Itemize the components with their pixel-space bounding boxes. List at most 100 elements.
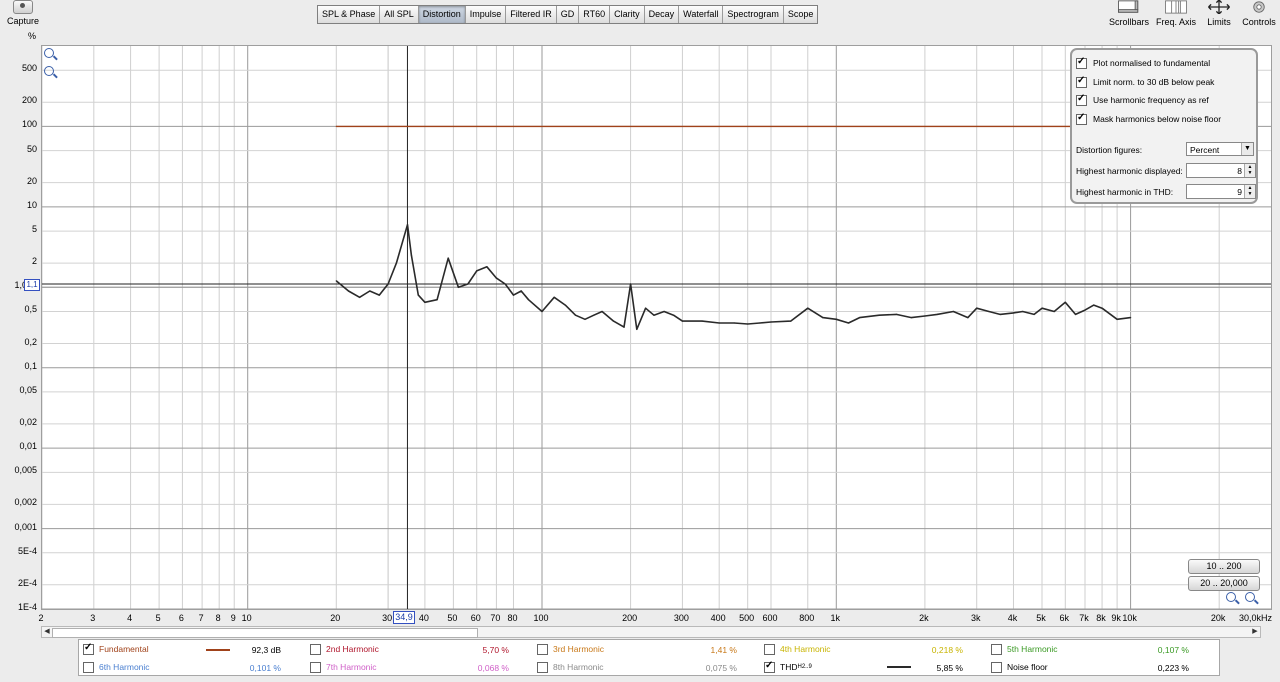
tab-distortion[interactable]: Distortion [418,6,466,23]
x-tick-label: 9 [230,613,236,623]
y-tick-label: 0,001 [14,521,37,532]
tab-scope[interactable]: Scope [783,6,818,23]
tab-rt60[interactable]: RT60 [579,6,611,23]
checkbox-icon[interactable] [310,643,321,655]
x-tick-label: 2k [919,613,929,623]
checkbox-icon[interactable] [764,643,775,655]
y-tick-label: 100 [21,119,37,130]
checkbox-icon[interactable] [310,661,321,673]
chevron-down-icon[interactable]: ▼ [1241,143,1253,155]
mask-harmonics-checkbox[interactable]: Mask harmonics below noise floor [1076,112,1221,126]
distortion-figures-select[interactable]: Percent ▼ [1186,142,1254,156]
capture-button[interactable]: Capture [4,0,42,30]
legend-noise-floor[interactable]: Noise floor [991,659,1048,675]
checkbox-icon[interactable] [83,661,94,673]
tab-all-spl[interactable]: All SPL [380,6,419,23]
checkbox-icon[interactable] [537,661,548,673]
data-point [988,310,990,313]
tab-spl-phase[interactable]: SPL & Phase [318,6,381,23]
legend-2nd-harmonic[interactable]: 2nd Harmonic [310,641,379,657]
data-point [553,296,555,298]
zoom-in-y-icon[interactable] [44,48,54,58]
scrollbars-button[interactable]: Scrollbars [1108,0,1150,30]
scroll-left-icon[interactable]: ◀ [42,627,52,637]
checkbox-icon[interactable] [991,643,1002,655]
legend-3rd-harmonic[interactable]: 3rd Harmonic [537,641,604,657]
tab-waterfall[interactable]: Waterfall [679,6,724,23]
data-point [895,313,898,315]
y-tick-label: 0,05 [19,384,37,395]
x-tick-label: 7 [198,613,204,623]
legend-value: 1,41 % [710,645,737,655]
spinner-arrows-icon[interactable]: ▲ ▼ [1244,185,1255,198]
data-point [512,294,515,296]
legend-5th-harmonic[interactable]: 5th Harmonic [991,641,1058,657]
freq-axis-button[interactable]: Freq. Axis [1154,0,1198,30]
tab-impulse[interactable]: Impulse [465,6,507,23]
data-point [1084,309,1086,311]
checkbox-icon[interactable] [991,661,1002,673]
legend-6th-harmonic[interactable]: 6th Harmonic [83,659,150,675]
y-tick-label: 5E-4 [17,545,37,556]
legend-4th-harmonic[interactable]: 4th Harmonic [764,641,831,657]
data-point [1064,301,1066,303]
x-tick-label: 9k [1111,613,1121,623]
legend-7th-harmonic[interactable]: 7th Harmonic [310,659,377,675]
checkbox-icon[interactable] [1076,93,1087,106]
checkbox-icon[interactable] [764,660,775,673]
checkbox-icon[interactable] [83,642,94,655]
checkbox-icon[interactable] [1076,56,1087,69]
limit-norm-checkbox[interactable]: Limit norm. to 30 dB below peak [1076,75,1214,89]
data-point [486,266,488,268]
plot-normalised-checkbox[interactable]: Plot normalised to fundamental [1076,56,1210,70]
x-tick-label: 8 [215,613,221,623]
legend-thd[interactable]: THDH2..9 [764,659,812,675]
x-tick-label: 2 [38,613,44,623]
legend-panel: Fundamental 92,3 dB 2nd Harmonic 5,70 % … [78,639,1220,676]
controls-button[interactable]: Controls [1240,0,1278,30]
data-point [601,310,603,313]
zoom-out-x-icon[interactable] [1245,592,1255,602]
zoom-out-y-icon[interactable] [44,66,54,76]
x-tick-label: 20k [1210,613,1226,623]
data-point [790,320,792,322]
controls-label: Controls [1242,17,1276,27]
tab-spectrogram[interactable]: Spectrogram [723,6,784,23]
x-tick-label: 8k [1096,613,1106,623]
data-point [520,290,522,292]
scrollbar-thumb[interactable] [52,628,478,638]
tab-filtered-ir[interactable]: Filtered IR [506,6,557,23]
scroll-right-icon[interactable]: ▶ [1250,627,1260,637]
checkbox-icon[interactable] [537,643,548,655]
range-10-200-button[interactable]: 10 .. 200 [1188,559,1260,574]
range-20-20000-button[interactable]: 20 .. 20,000 [1188,576,1260,591]
data-point [457,286,459,288]
tab-clarity[interactable]: Clarity [610,6,645,23]
graph-tabs: SPL & Phase All SPL Distortion Impulse F… [317,5,819,24]
spinner-arrows-icon[interactable]: ▲ ▼ [1244,164,1255,177]
checkbox-label: Limit norm. to 30 dB below peak [1093,77,1215,87]
y-tick-label: 5 [31,224,37,235]
y-tick-label: 10 [26,199,37,210]
x-tick-label: 10k [1122,613,1137,623]
tab-decay[interactable]: Decay [644,6,680,23]
highest-thd-spinner[interactable]: 9 ▲ ▼ [1186,184,1256,199]
highest-displayed-spinner[interactable]: 8 ▲ ▼ [1186,163,1256,178]
freq-axis-label: Freq. Axis [1155,17,1196,27]
zoom-in-x-icon[interactable] [1226,592,1236,602]
legend-8th-harmonic[interactable]: 8th Harmonic [537,659,604,675]
limits-button[interactable]: Limits [1202,0,1236,30]
checkbox-icon[interactable] [1076,75,1087,88]
use-harmonic-freq-checkbox[interactable]: Use harmonic frequency as ref [1076,93,1209,107]
distortion-controls-panel: Plot normalised to fundamental Limit nor… [1070,48,1258,204]
y-tick-label: 0,002 [14,497,37,508]
data-point [1022,310,1024,313]
y-tick-label: 0,2 [24,336,37,347]
data-point [747,323,749,325]
legend-fundamental[interactable]: Fundamental [83,641,149,657]
y-axis-unit: % [28,31,37,41]
data-point [417,294,419,296]
tab-gd[interactable]: GD [556,6,580,23]
horizontal-scrollbar[interactable]: ◀ ▶ [41,626,1261,638]
checkbox-icon[interactable] [1076,112,1087,125]
